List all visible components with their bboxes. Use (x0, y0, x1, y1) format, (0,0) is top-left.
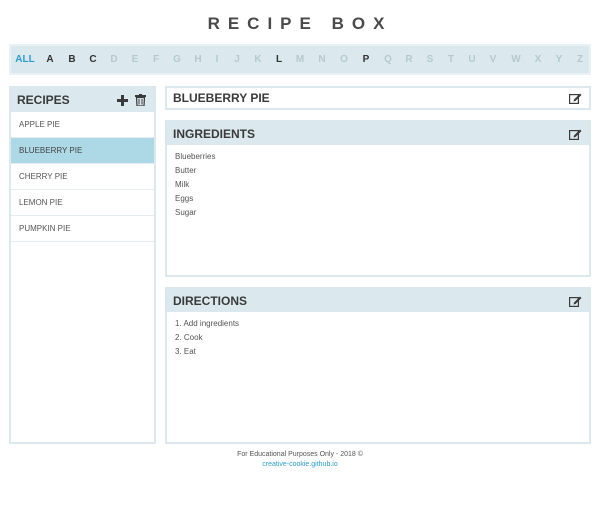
alphabet-filter-j[interactable]: J (234, 46, 240, 73)
footer: For Educational Purposes Only - 2018 © c… (0, 450, 600, 470)
ingredients-header: INGREDIENTS (167, 122, 589, 145)
ingredient-item: Eggs (175, 194, 194, 203)
alphabet-filter-f[interactable]: F (153, 46, 159, 73)
alphabet-filter-m[interactable]: M (296, 46, 304, 73)
alphabet-filter-w[interactable]: W (511, 46, 520, 73)
recipe-list-item[interactable]: BLUEBERRY PIE (11, 138, 154, 164)
alphabet-filter-t[interactable]: T (448, 46, 454, 73)
directions-panel: DIRECTIONS 1. Add ingredients 2. Cook 3. E… (165, 287, 591, 444)
alphabet-filter-d[interactable]: D (110, 46, 117, 73)
recipe-list: APPLE PIE BLUEBERRY PIE CHERRY PIE LEMON PI… (11, 112, 154, 242)
alphabet-filter-x[interactable]: X (535, 46, 542, 73)
footer-text: For Educational Purposes Only - 2018 © (237, 451, 363, 458)
recipes-header: RECIPES (11, 88, 154, 112)
alphabet-filter-p[interactable]: P (363, 46, 370, 73)
ingredients-title: INGREDIENTS (173, 126, 256, 141)
alphabet-filter-c[interactable]: C (89, 46, 96, 73)
ingredient-item: Blueberries (175, 152, 216, 161)
direction-step: 3. Eat (175, 347, 196, 356)
alphabet-filter-q[interactable]: Q (384, 46, 392, 73)
alphabet-filter-all[interactable]: ALL (15, 46, 34, 73)
alphabet-filter-k[interactable]: K (254, 46, 261, 73)
app-title: RECIPE BOX (207, 14, 393, 33)
directions-header: DIRECTIONS (167, 289, 589, 312)
recipe-title-bar: BLUEBERRY PIE (167, 88, 589, 108)
recipe-list-item[interactable]: APPLE PIE (11, 112, 154, 138)
directions-title: DIRECTIONS (173, 293, 248, 308)
alphabet-filter-l[interactable]: L (276, 46, 282, 73)
edit-title-icon[interactable] (567, 90, 583, 106)
directions-list: 1. Add ingredients 2. Cook 3. Eat (167, 312, 589, 364)
recipe-list-item[interactable]: LEMON PIE (11, 190, 154, 216)
recipe-title-panel: BLUEBERRY PIE (165, 86, 591, 110)
alphabet-filter-o[interactable]: O (340, 46, 348, 73)
recipe-list-item[interactable]: PUMPKIN PIE (11, 216, 154, 242)
recipe-title: BLUEBERRY PIE (173, 91, 270, 105)
alphabet-filter-a[interactable]: A (46, 46, 53, 73)
ingredient-item: Milk (175, 180, 190, 189)
alphabet-filter-z[interactable]: Z (577, 46, 583, 73)
alphabet-filter-n[interactable]: N (318, 46, 325, 73)
ingredients-list: Blueberries Butter Milk Eggs Sugar (167, 145, 589, 225)
alphabet-filter-y[interactable]: Y (556, 46, 563, 73)
alphabet-filter-g[interactable]: G (173, 46, 181, 73)
ingredient-item: Sugar (175, 208, 197, 217)
recipe-list-item[interactable]: CHERRY PIE (11, 164, 154, 190)
alphabet-filter-r[interactable]: R (405, 46, 412, 73)
alphabet-filter-e[interactable]: E (132, 46, 139, 73)
trash-icon[interactable] (132, 92, 148, 108)
alphabet-filter-s[interactable]: S (427, 46, 434, 73)
alphabet-filter-i[interactable]: I (216, 46, 219, 73)
alphabet-filter-bar: ALL A B C D E F G H I J K L M N O P Q R S T U V W X Y Z (9, 44, 591, 75)
recipes-panel: RECIPES APPLE PIE BLUEBERRY PIE CHERRY PIE… (9, 86, 156, 444)
alphabet-filter-b[interactable]: B (68, 46, 75, 73)
edit-directions-icon[interactable] (567, 293, 583, 309)
ingredient-item: Butter (175, 166, 197, 175)
alphabet-filter-u[interactable]: U (468, 46, 475, 73)
edit-ingredients-icon[interactable] (567, 126, 583, 142)
plus-icon[interactable] (114, 92, 130, 108)
recipes-header-title: RECIPES (17, 93, 70, 107)
footer-link[interactable]: creative-cookie.github.io (0, 460, 600, 470)
alphabet-filter-h[interactable]: H (194, 46, 201, 73)
ingredients-panel: INGREDIENTS Blueberries Butter Milk Eggs Sug… (165, 120, 591, 277)
direction-step: 2. Cook (175, 333, 203, 342)
direction-step: 1. Add ingredients (175, 319, 240, 328)
alphabet-filter-v[interactable]: V (490, 46, 497, 73)
